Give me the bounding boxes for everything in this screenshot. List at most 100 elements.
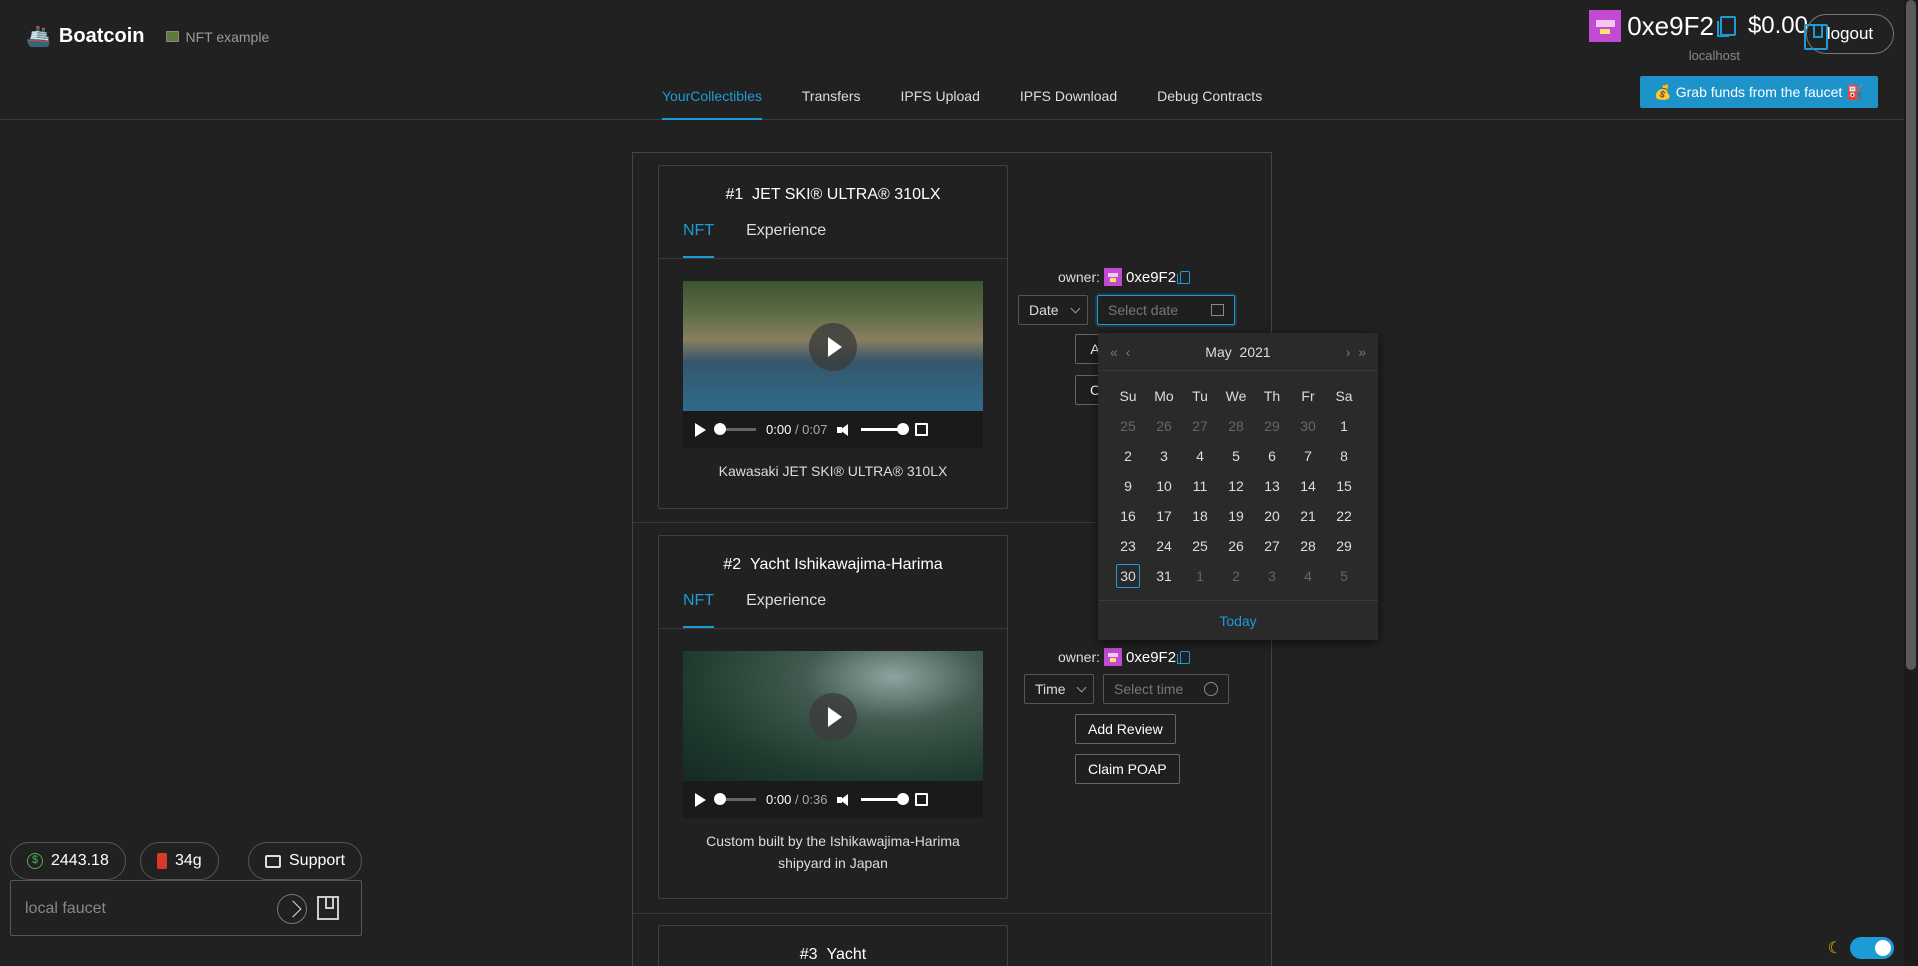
calendar-day[interactable]: 30 xyxy=(1110,561,1146,591)
tab-nft[interactable]: NFT xyxy=(683,222,715,258)
chevron-down-icon xyxy=(1076,682,1087,693)
support-button[interactable]: Support xyxy=(248,842,363,880)
app-subtitle-text: NFT example xyxy=(185,28,270,45)
volume-icon[interactable] xyxy=(837,793,851,806)
calendar-day[interactable]: 4 xyxy=(1182,441,1218,471)
calendar-day[interactable]: 8 xyxy=(1326,441,1362,471)
account-balance[interactable]: $0.00 xyxy=(1748,12,1808,40)
picker-type-select[interactable]: Date xyxy=(1018,295,1088,325)
collectible-card-3: #3 Yacht xyxy=(658,925,1008,966)
calendar-day[interactable]: 27 xyxy=(1254,531,1290,561)
gas-price-button[interactable]: 34g xyxy=(140,842,219,880)
calendar-day[interactable]: 9 xyxy=(1110,471,1146,501)
owner-address[interactable]: 0xe9F2 xyxy=(1126,269,1176,286)
calendar-day[interactable]: 7 xyxy=(1290,441,1326,471)
calendar-day[interactable]: 6 xyxy=(1254,441,1290,471)
claim-poap-button[interactable]: Claim POAP xyxy=(1075,754,1180,784)
copy-icon[interactable] xyxy=(1716,16,1736,37)
video-player[interactable]: 0:00 / 0:36 xyxy=(683,651,983,818)
video-player[interactable]: 0:00 / 0:07 xyxy=(683,281,983,448)
play-icon[interactable] xyxy=(695,792,706,807)
calendar-day[interactable]: 14 xyxy=(1290,471,1326,501)
account-address[interactable]: 0xe9F2 xyxy=(1627,11,1714,42)
calendar-day[interactable]: 5 xyxy=(1326,561,1362,591)
calendar-day[interactable]: 18 xyxy=(1182,501,1218,531)
calendar-day[interactable]: 1 xyxy=(1326,411,1362,441)
calendar-day[interactable]: 25 xyxy=(1110,411,1146,441)
picker-type-select[interactable]: Time xyxy=(1024,674,1094,704)
tab-transfers[interactable]: Transfers xyxy=(802,88,861,120)
calendar-day[interactable]: 25 xyxy=(1182,531,1218,561)
next-year-icon[interactable]: › » xyxy=(1346,344,1366,360)
calendar-day[interactable]: 30 xyxy=(1290,411,1326,441)
calendar-day[interactable]: 15 xyxy=(1326,471,1362,501)
calendar-day[interactable]: 31 xyxy=(1146,561,1182,591)
calendar-day[interactable]: 20 xyxy=(1254,501,1290,531)
copy-icon[interactable] xyxy=(1177,270,1191,284)
theme-toggle[interactable]: ☾ xyxy=(1828,937,1894,959)
fullscreen-icon[interactable] xyxy=(915,793,929,806)
prev-year-icon[interactable]: « ‹ xyxy=(1110,344,1130,360)
video-frame[interactable] xyxy=(683,281,983,411)
brand[interactable]: 🚢 Boatcoin NFT example xyxy=(26,24,269,49)
calendar-day[interactable]: 13 xyxy=(1254,471,1290,501)
calendar-day[interactable]: 12 xyxy=(1218,471,1254,501)
play-icon[interactable] xyxy=(695,422,706,437)
calendar-day[interactable]: 2 xyxy=(1110,441,1146,471)
copy-icon[interactable] xyxy=(1177,650,1191,664)
tab-your-collectibles[interactable]: YourCollectibles xyxy=(662,88,762,120)
video-frame[interactable] xyxy=(683,651,983,781)
calendar-day[interactable]: 26 xyxy=(1146,411,1182,441)
fullscreen-icon[interactable] xyxy=(915,423,929,436)
play-overlay-icon[interactable] xyxy=(809,693,857,741)
today-button[interactable]: Today xyxy=(1098,600,1378,640)
calendar-day[interactable]: 22 xyxy=(1326,501,1362,531)
volume-slider[interactable] xyxy=(861,793,910,805)
tab-debug-contracts[interactable]: Debug Contracts xyxy=(1157,88,1262,120)
calendar-day[interactable]: 3 xyxy=(1146,441,1182,471)
calendar-day[interactable]: 26 xyxy=(1218,531,1254,561)
calendar-day[interactable]: 1 xyxy=(1182,561,1218,591)
tab-experience[interactable]: Experience xyxy=(746,592,826,628)
weekday-header: Sa xyxy=(1335,388,1353,404)
time-picker-input[interactable]: Select time xyxy=(1103,674,1229,704)
calendar-day[interactable]: 17 xyxy=(1146,501,1182,531)
send-button[interactable] xyxy=(277,894,307,924)
calendar-day[interactable]: 19 xyxy=(1218,501,1254,531)
tab-experience[interactable]: Experience xyxy=(746,222,826,258)
volume-icon[interactable] xyxy=(837,423,851,436)
scrollbar-thumb[interactable] xyxy=(1906,0,1916,670)
play-overlay-icon[interactable] xyxy=(809,323,857,371)
seek-slider[interactable] xyxy=(714,793,756,805)
calendar-day[interactable]: 16 xyxy=(1110,501,1146,531)
calendar-day[interactable]: 5 xyxy=(1218,441,1254,471)
month-year-label[interactable]: May 2021 xyxy=(1205,344,1270,360)
calendar-day[interactable]: 29 xyxy=(1254,411,1290,441)
calendar-day[interactable]: 27 xyxy=(1182,411,1218,441)
calendar-day[interactable]: 3 xyxy=(1254,561,1290,591)
logout-button[interactable]: logout xyxy=(1806,14,1894,54)
owner-address[interactable]: 0xe9F2 xyxy=(1126,649,1176,666)
eth-price-button[interactable]: $ 2443.18 xyxy=(10,842,126,880)
add-review-button[interactable]: Add Review xyxy=(1075,714,1176,744)
calendar-day[interactable]: 29 xyxy=(1326,531,1362,561)
calendar-day[interactable]: 24 xyxy=(1146,531,1182,561)
theme-switch[interactable] xyxy=(1850,937,1894,959)
calendar-day[interactable]: 11 xyxy=(1182,471,1218,501)
tab-nft[interactable]: NFT xyxy=(683,592,715,628)
calendar-day[interactable]: 23 xyxy=(1110,531,1146,561)
tab-ipfs-upload[interactable]: IPFS Upload xyxy=(900,88,979,120)
seek-slider[interactable] xyxy=(714,423,756,435)
scrollbar[interactable] xyxy=(1904,0,1918,966)
volume-slider[interactable] xyxy=(861,423,910,435)
calendar-day[interactable]: 2 xyxy=(1218,561,1254,591)
calendar-day[interactable]: 28 xyxy=(1218,411,1254,441)
wallet-icon[interactable] xyxy=(317,896,339,920)
calendar-day[interactable]: 10 xyxy=(1146,471,1182,501)
date-picker-input[interactable]: Select date xyxy=(1097,295,1235,325)
calendar-day[interactable]: 21 xyxy=(1290,501,1326,531)
calendar-day[interactable]: 28 xyxy=(1290,531,1326,561)
faucet-address-input[interactable] xyxy=(25,895,255,923)
tab-ipfs-download[interactable]: IPFS Download xyxy=(1020,88,1117,120)
calendar-day[interactable]: 4 xyxy=(1290,561,1326,591)
